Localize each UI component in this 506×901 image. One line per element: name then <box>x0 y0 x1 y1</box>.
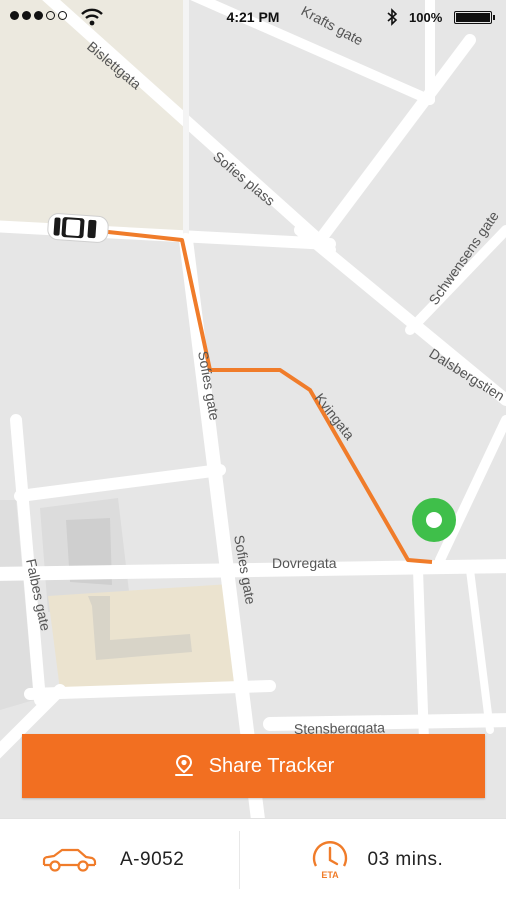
battery-icon <box>454 11 492 24</box>
share-tracker-button[interactable]: Share Tracker <box>22 734 485 798</box>
battery-percentage: 100% <box>409 10 442 25</box>
share-tracker-label: Share Tracker <box>209 755 335 778</box>
trip-info-panel: A-9052 ETA 03 mins. <box>0 818 506 901</box>
street-label-dovregata: Dovregata <box>272 555 337 571</box>
bluetooth-icon <box>386 8 398 26</box>
vehicle-info: A-9052 <box>0 831 240 889</box>
vehicle-number: A-9052 <box>120 849 184 871</box>
eta-info: ETA 03 mins. <box>240 819 506 901</box>
location-pin-icon <box>173 754 195 778</box>
eta-clock-icon: ETA <box>308 838 352 882</box>
car-marker[interactable] <box>47 213 109 243</box>
status-bar: 4:21 PM 100% <box>0 0 506 36</box>
eta-icon-label: ETA <box>321 870 339 880</box>
destination-marker[interactable] <box>412 498 456 542</box>
car-icon <box>40 847 98 873</box>
eta-value: 03 mins. <box>368 849 444 871</box>
